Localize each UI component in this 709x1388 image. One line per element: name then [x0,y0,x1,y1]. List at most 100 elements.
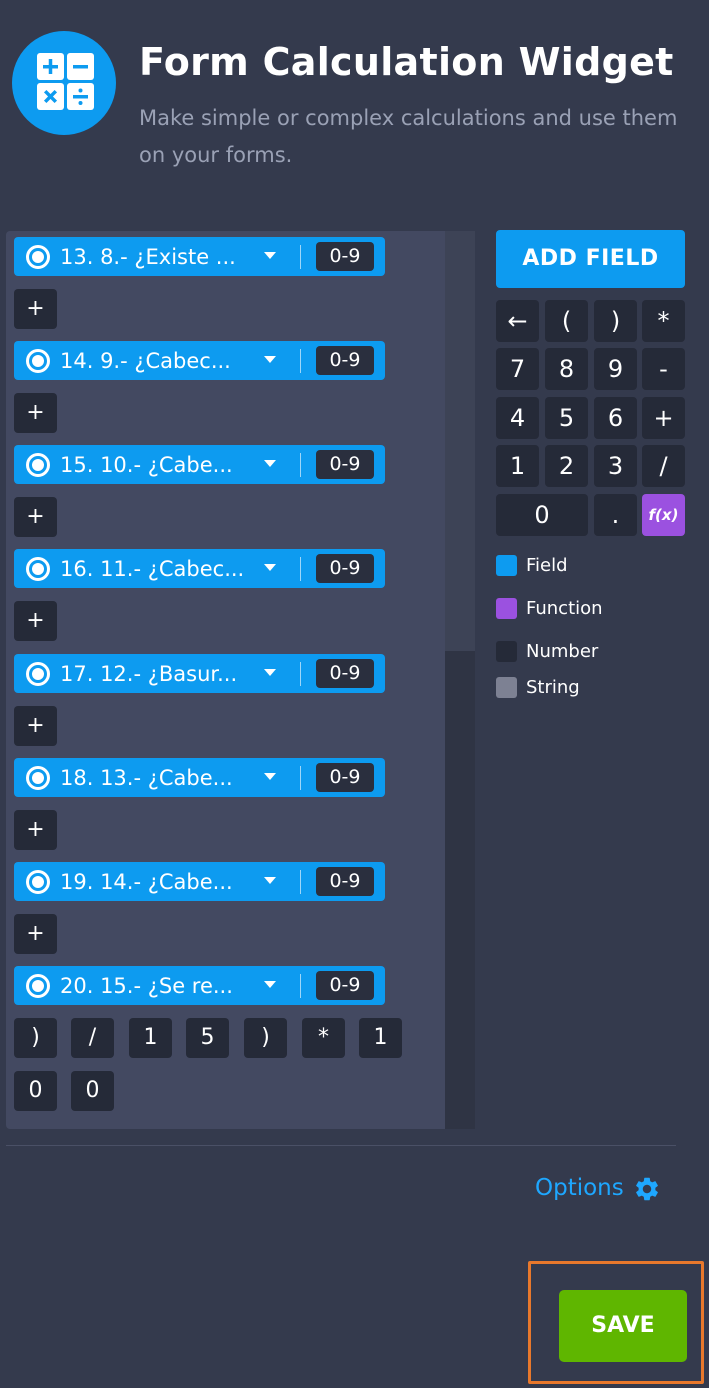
plus-operator-token[interactable]: + [14,706,57,746]
field-token-label: 20. 15.- ¿Se re... [60,974,233,998]
field-token-label: 14. 9.- ¿Cabec... [60,349,231,373]
field-radio-icon [26,662,50,686]
field-radio-icon [26,974,50,998]
legend-label: Function [526,598,603,619]
formula-token[interactable]: 5 [186,1018,229,1058]
field-token[interactable]: 17. 12.- ¿Basur... 0-9 [14,654,385,693]
field-token[interactable]: 14. 9.- ¿Cabec... 0-9 [14,341,385,380]
field-type-tag: 0-9 [316,450,374,479]
field-token-label: 17. 12.- ¿Basur... [60,662,238,686]
field-type-tag: 0-9 [316,763,374,792]
divider [300,245,301,269]
divider [300,662,301,686]
function-swatch [496,598,517,619]
key-5[interactable]: 5 [545,397,588,439]
field-token-label: 18. 13.- ¿Cabe... [60,766,233,790]
function-key[interactable]: f(x) [642,494,685,536]
minus-icon [67,53,94,80]
key-backspace[interactable]: ← [496,300,539,342]
key-minus[interactable]: - [642,348,685,390]
field-radio-icon [26,557,50,581]
formula-token[interactable]: ) [244,1018,287,1058]
chevron-down-icon[interactable] [264,460,276,467]
chevron-down-icon[interactable] [264,356,276,363]
divider [300,766,301,790]
field-token[interactable]: 20. 15.- ¿Se re... 0-9 [14,966,385,1005]
formula-token[interactable]: / [71,1018,114,1058]
field-type-tag: 0-9 [316,659,374,688]
key-decimal[interactable]: . [594,494,637,536]
divider [300,349,301,373]
field-token[interactable]: 19. 14.- ¿Cabe... 0-9 [14,862,385,901]
legend-label: Field [526,555,568,576]
chevron-down-icon[interactable] [264,669,276,676]
plus-operator-token[interactable]: + [14,289,57,329]
plus-operator-token[interactable]: + [14,601,57,641]
field-radio-icon [26,349,50,373]
formula-token[interactable]: 1 [359,1018,402,1058]
key-9[interactable]: 9 [594,348,637,390]
field-token-label: 19. 14.- ¿Cabe... [60,870,233,894]
options-label: Options [535,1175,624,1201]
divider [6,1145,676,1146]
chevron-down-icon[interactable] [264,981,276,988]
key-7[interactable]: 7 [496,348,539,390]
plus-operator-token[interactable]: + [14,810,57,850]
divide-icon [67,83,94,110]
number-swatch [496,641,517,662]
field-token[interactable]: 16. 11.- ¿Cabec... 0-9 [14,549,385,588]
divider [300,557,301,581]
save-button[interactable]: SAVE [559,1290,687,1362]
field-type-tag: 0-9 [316,971,374,1000]
field-token[interactable]: 13. 8.- ¿Existe ... 0-9 [14,237,385,276]
key-multiply[interactable]: * [642,300,685,342]
chevron-down-icon[interactable] [264,252,276,259]
key-1[interactable]: 1 [496,445,539,487]
field-type-tag: 0-9 [316,346,374,375]
plus-icon [37,53,64,80]
key-6[interactable]: 6 [594,397,637,439]
page-title: Form Calculation Widget [139,40,674,84]
key-0[interactable]: 0 [496,494,588,536]
plus-operator-token[interactable]: + [14,393,57,433]
formula-token[interactable]: 0 [14,1071,57,1111]
field-token[interactable]: 15. 10.- ¿Cabe... 0-9 [14,445,385,484]
plus-operator-token[interactable]: + [14,497,57,537]
string-swatch [496,677,517,698]
plus-operator-token[interactable]: + [14,914,57,954]
formula-token[interactable]: ) [14,1018,57,1058]
field-token-label: 15. 10.- ¿Cabe... [60,453,233,477]
field-radio-icon [26,766,50,790]
key-plus[interactable]: + [642,397,685,439]
scrollbar-thumb[interactable] [445,231,475,651]
key-3[interactable]: 3 [594,445,637,487]
field-token[interactable]: 18. 13.- ¿Cabe... 0-9 [14,758,385,797]
legend-label: Number [526,641,599,662]
chevron-down-icon[interactable] [264,564,276,571]
field-radio-icon [26,453,50,477]
key-divide[interactable]: / [642,445,685,487]
formula-token[interactable]: 1 [129,1018,172,1058]
chevron-down-icon[interactable] [264,877,276,884]
gear-icon [636,1177,658,1201]
page-subtitle: Make simple or complex calculations and … [139,106,678,167]
formula-token[interactable]: 0 [71,1071,114,1111]
field-swatch [496,555,517,576]
key-8[interactable]: 8 [545,348,588,390]
key-4[interactable]: 4 [496,397,539,439]
field-radio-icon [26,245,50,269]
multiply-icon [37,83,64,110]
formula-token[interactable]: * [302,1018,345,1058]
chevron-down-icon[interactable] [264,773,276,780]
divider [300,453,301,477]
field-type-tag: 0-9 [316,242,374,271]
add-field-button[interactable]: ADD FIELD [496,230,685,288]
field-radio-icon [26,870,50,894]
field-token-label: 13. 8.- ¿Existe ... [60,245,236,269]
divider [300,974,301,998]
key-close-paren[interactable]: ) [594,300,637,342]
field-token-label: 16. 11.- ¿Cabec... [60,557,245,581]
key-2[interactable]: 2 [545,445,588,487]
key-open-paren[interactable]: ( [545,300,588,342]
field-type-tag: 0-9 [316,867,374,896]
